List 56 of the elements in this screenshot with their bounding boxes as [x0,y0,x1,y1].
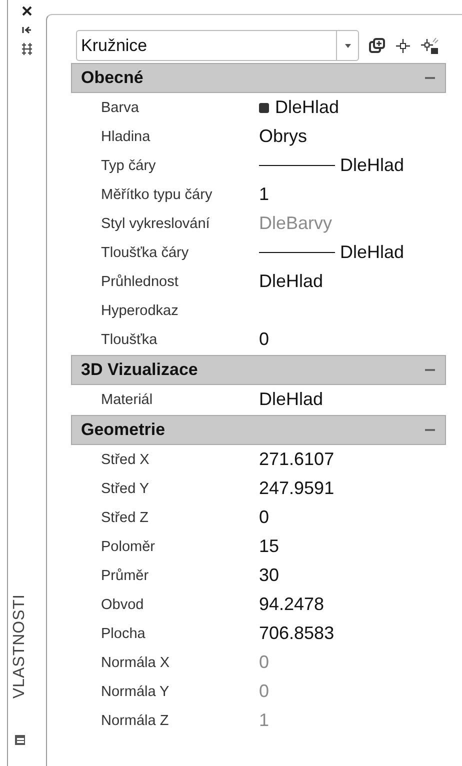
property-label: Tloušťka [101,332,158,348]
property-value: DleHlad [259,271,324,292]
property-label: Normála Z [101,712,170,728]
property-value: 271.6107 [259,449,334,470]
section-header[interactable]: Geometrie [71,415,446,445]
property-value: 1 [259,710,270,731]
dropdown-caret-icon [344,44,350,48]
property-label: Průměr [101,568,150,584]
property-value: Obrys [259,126,308,147]
property-label: Hyperodkaz [101,302,180,318]
property-value: DleHlad [340,155,404,176]
object-type-dropdown[interactable]: Kružnice [76,30,359,61]
palette-menu-icon[interactable] [14,734,26,746]
property-value: DleHlad [259,389,324,410]
property-value: 0 [259,681,270,702]
toggle-pickadd-icon[interactable] [369,38,385,54]
close-icon[interactable] [20,4,34,18]
color-swatch [259,102,269,112]
property-label: Normála Y [101,684,170,700]
settings-icon[interactable] [20,42,34,56]
property-label: Plocha [101,626,146,642]
section-title: 3D Vizualizace [81,360,199,380]
select-objects-icon[interactable] [395,38,411,54]
property-value: 1 [259,184,270,205]
section-title: Obecné [81,68,144,88]
property-label: Materiál [101,392,154,408]
property-value: DleHlad [275,97,340,118]
palette-title: VLASTNOSTI [11,594,29,699]
property-value: 706.8583 [259,623,334,644]
property-label: Střed Z [101,510,150,526]
property-value: 30 [259,565,280,586]
property-label: Styl vykreslování [101,216,211,232]
property-value: 94.2478 [259,594,324,615]
property-label: Hladina [101,128,152,144]
section-title: Geometrie [81,420,166,440]
property-value: 15 [259,536,280,557]
property-label: Barva [101,100,140,116]
property-label: Tloušťka čáry [101,244,190,260]
property-label: Střed Y [101,480,150,496]
property-label: Typ čáry [101,158,157,174]
property-label: Střed X [101,452,150,468]
object-type-value: Kružnice [80,36,148,56]
property-value: 0 [259,652,270,673]
property-label: Průhlednost [101,274,180,290]
property-value: 247.9591 [259,478,334,499]
section-header[interactable]: 3D Vizualizace [71,355,446,385]
property-label: Poloměr [101,538,156,554]
property-value: DleBarvy [259,213,332,234]
quick-select-icon[interactable] [421,36,439,54]
property-label: Normála X [101,654,170,670]
property-label: Obvod [101,596,145,612]
property-value: DleHlad [340,242,404,263]
property-value: 0 [259,507,270,528]
property-value: 0 [259,329,270,350]
section-header[interactable]: Obecné [71,63,446,93]
property-label: Měřítko typu čáry [101,186,214,202]
